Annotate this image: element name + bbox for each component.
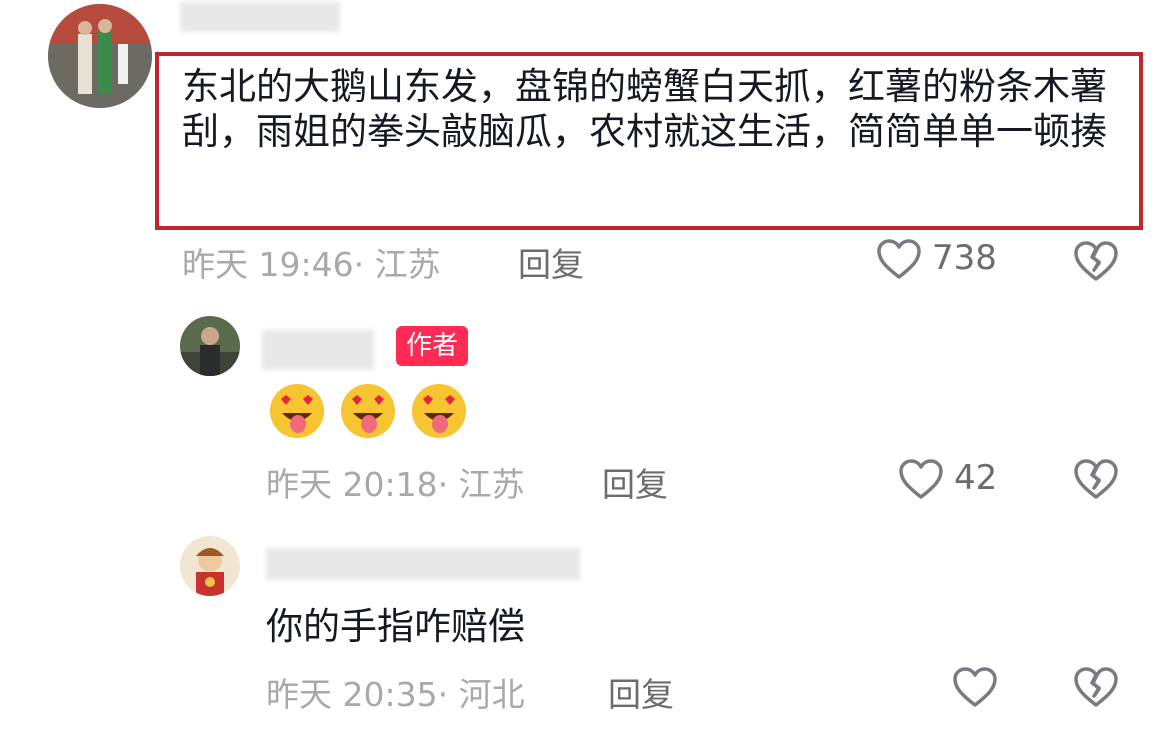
comment-time-location: 昨天 20:18· 江苏 (266, 465, 525, 504)
comment-time-location: 昨天 19:46· 江苏 (182, 245, 441, 284)
reply-button[interactable]: 回复 (608, 668, 674, 716)
commenter-avatar[interactable] (48, 4, 152, 108)
broken-heart-icon[interactable] (1073, 458, 1119, 504)
reply-button[interactable]: 回复 (518, 238, 584, 286)
heart-outline-icon (876, 238, 922, 284)
emoji-row (268, 382, 476, 444)
author-avatar[interactable] (180, 316, 240, 376)
reply-button[interactable]: 回复 (602, 458, 668, 506)
comment-time-location: 昨天 20:35· 河北 (266, 675, 525, 714)
author-tag: 作者 (396, 326, 469, 366)
like-button[interactable]: 42 (898, 456, 1008, 504)
broken-heart-icon[interactable] (1073, 666, 1119, 712)
like-count: 42 (954, 458, 998, 498)
heart-outline-icon[interactable] (952, 666, 998, 712)
like-button[interactable]: 738 (876, 236, 1006, 284)
heart-outline-icon (898, 458, 944, 504)
comment-text: 你的手指咋赔偿 (266, 605, 525, 648)
author-name-redacted (262, 330, 374, 370)
star-eyes-tongue-emoji (339, 382, 397, 440)
commenter-avatar[interactable] (180, 536, 240, 596)
comment-text: 东北的大鹅山东发，盘锦的螃蟹白天抓，红薯的粉条木薯刮，雨姐的拳头敲脑瓜，农村就这… (182, 65, 1107, 153)
broken-heart-icon[interactable] (1073, 240, 1119, 286)
star-eyes-tongue-emoji (268, 382, 326, 440)
like-count: 738 (932, 238, 997, 278)
star-eyes-tongue-emoji (410, 382, 468, 440)
commenter-name-redacted (266, 548, 580, 580)
commenter-name-redacted (180, 2, 340, 32)
